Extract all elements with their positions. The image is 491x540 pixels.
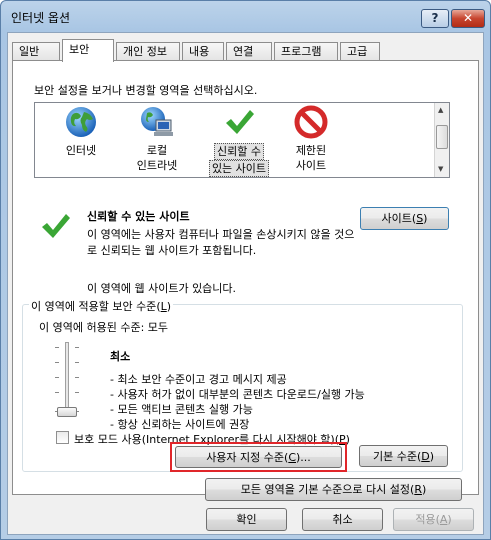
scroll-down-icon[interactable]: ▼ [438,165,443,173]
slider-tick [55,377,59,378]
zone-label: 로컬 [146,144,168,157]
tab-connections[interactable]: 연결 [226,42,272,61]
level-point: - 항상 신뢰하는 사이트에 권장 [110,418,250,431]
sites-access-key: S [416,212,424,225]
slider-tick [75,362,79,363]
reset-all-access-key: R [414,483,422,496]
zone-label: 인터넷 [65,144,97,157]
legend-access-key: L [160,300,167,313]
help-button[interactable]: ? [421,9,449,28]
zone-label: 신뢰할 수 [214,143,264,160]
globe-icon [66,107,96,137]
zone-status-text: 이 영역에 웹 사이트가 있습니다. [87,282,237,295]
zone-restricted-sites[interactable]: 제한된 사이트 [271,105,351,173]
tab-content[interactable]: 내용 [182,42,224,61]
slider-tick [75,377,79,378]
reset-all-label: 모든 영역을 기본 수준으로 다시 설정 [240,483,411,496]
security-level-slider-thumb[interactable] [57,407,77,417]
legend-text: 이 영역에 적용할 보안 수준 [31,300,157,313]
slider-tick [75,347,79,348]
zone-label-line2: 있는 사이트 [208,160,270,177]
zone-list-scrollbar[interactable]: ▲ ▼ [434,103,449,177]
reset-all-zones-button[interactable]: 모든 영역을 기본 수준으로 다시 설정(R) [205,478,462,501]
allowed-levels-text: 이 영역에 허용된 수준: 모두 [39,321,169,334]
zone-local-intranet[interactable]: 로컬 인트라넷 [117,105,197,173]
level-point: - 최소 보안 수준이고 경고 메시지 제공 [110,373,287,386]
security-level-slider-track[interactable] [65,342,69,412]
level-point: - 모든 액티브 콘텐츠 실행 가능 [110,403,253,416]
window-title: 인터넷 옵션 [11,11,71,25]
dialog-client: 일반 보안 개인 정보 내용 연결 프로그램 고급 보안 설정을 보거나 변경할… [7,32,484,535]
zone-label: 제한된 [295,144,327,157]
custom-level-access-key: C [288,451,297,464]
security-level-description: - 최소 보안 수준이고 경고 메시지 제공 - 사용자 허가 없이 대부분의 … [110,372,365,432]
restricted-icon [294,105,328,139]
sites-button-label: 사이트 [381,212,412,225]
scroll-up-icon[interactable]: ▲ [438,106,443,114]
slider-tick [75,392,79,393]
title-bar[interactable]: 인터넷 옵션 ? ✕ [1,1,490,31]
security-level-legend: 이 영역에 적용할 보안 수준(L) [29,298,174,314]
zone-label-line2: 인트라넷 [136,159,178,172]
selected-zone-title: 신뢰할 수 있는 사이트 [87,210,190,223]
slider-tick [55,392,59,393]
apply-label: 적용 [415,513,436,526]
scroll-thumb[interactable] [436,125,448,149]
selected-zone-description: 이 영역에는 사용자 컴퓨터나 파일을 손상시키지 않을 것으로 신뢰되는 웹 … [87,228,355,257]
slider-tick [55,362,59,363]
default-level-access-key: D [421,450,430,463]
close-button[interactable]: ✕ [451,9,485,28]
slider-tick [55,347,59,348]
tab-privacy[interactable]: 개인 정보 [116,42,180,61]
apply-access-key: A [439,513,448,526]
intranet-icon [141,107,173,136]
protected-mode-checkbox[interactable] [56,431,69,444]
security-tab-panel: 보안 설정을 보거나 변경할 영역을 선택하십시오. 인터넷 로컬 인트라넷 신… [12,60,479,501]
default-level-button[interactable]: 기본 수준(D) [359,445,448,467]
tab-advanced[interactable]: 고급 [340,42,380,61]
zone-trusted-sites[interactable]: 신뢰할 수 있는 사이트 [199,105,279,177]
internet-options-window: 인터넷 옵션 ? ✕ 일반 보안 개인 정보 내용 연결 프로그램 고급 보안 … [0,0,491,540]
tab-general[interactable]: 일반 [12,42,60,61]
zone-list: 인터넷 로컬 인트라넷 신뢰할 수 있는 사이트 제한된 사이트 ▲ ▼ [34,102,450,178]
ok-button[interactable]: 확인 [206,508,287,531]
selected-zone-checkmark-icon [42,214,70,238]
zone-instruction: 보안 설정을 보거나 변경할 영역을 선택하십시오. [34,84,258,97]
checkmark-icon [226,110,254,134]
security-level-name: 최소 [110,350,131,363]
custom-level-button[interactable]: 사용자 지정 수준(C)... [175,446,342,468]
custom-level-label: 사용자 지정 수준 [206,451,285,464]
apply-button[interactable]: 적용(A) [393,508,474,531]
sites-button[interactable]: 사이트(S) [360,207,449,230]
tab-programs[interactable]: 프로그램 [274,42,338,61]
zone-internet[interactable]: 인터넷 [41,105,121,158]
level-point: - 사용자 허가 없이 대부분의 콘텐츠 다운로드/실행 가능 [110,388,365,401]
custom-level-highlight: 사용자 지정 수준(C)... [170,442,347,472]
default-level-label: 기본 수준 [372,450,417,463]
zone-label-line2: 사이트 [295,159,327,172]
cancel-button[interactable]: 취소 [302,508,383,531]
tab-security[interactable]: 보안 [62,39,114,62]
